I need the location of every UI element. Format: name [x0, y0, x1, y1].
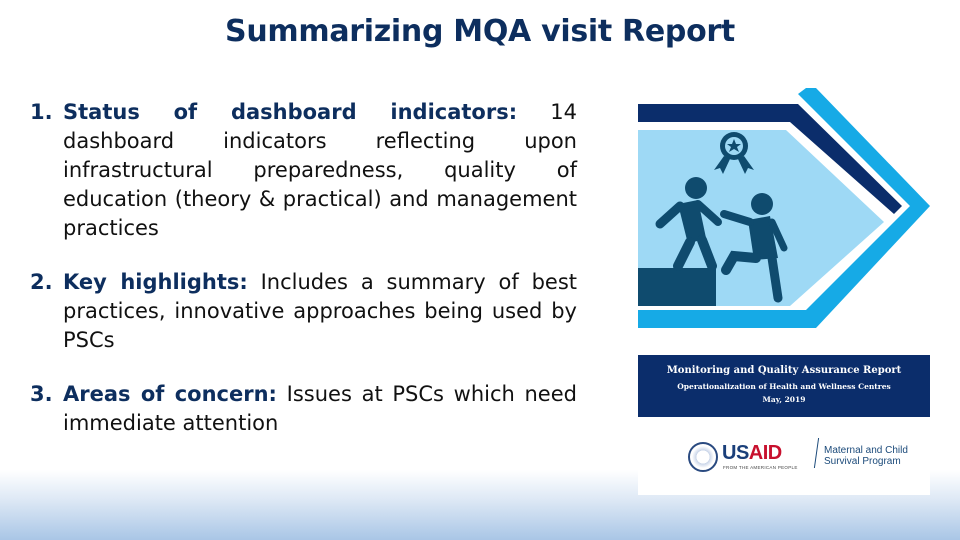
report-title: Monitoring and Quality Assurance Report [666, 365, 902, 376]
slide-title: Summarizing MQA visit Report [225, 14, 735, 49]
item-number: 1. [30, 100, 53, 124]
partner-logos: USAID FROM THE AMERICAN PEOPLE Maternal … [638, 428, 930, 488]
item-heading: Areas of concern: [63, 382, 277, 406]
mcsp-logo: Maternal and Child Survival Program [813, 438, 916, 474]
item-number: 2. [30, 270, 53, 294]
item-number: 3. [30, 382, 53, 406]
usaid-logo: USAID FROM THE AMERICAN PEOPLE [688, 440, 798, 476]
list-item-dashboard-indicators: 1. Status of dashboard indicators: 14 da… [30, 98, 577, 243]
report-title-banner: Monitoring and Quality Assurance Report … [638, 355, 930, 417]
usaid-us: US [722, 442, 749, 464]
report-subtitle: Operationalization of Health and Wellnes… [677, 382, 891, 391]
bullet-list: 1. Status of dashboard indicators: 14 da… [30, 98, 577, 463]
report-date: May, 2019 [762, 395, 806, 404]
mcsp-mark-icon [813, 438, 825, 468]
usaid-wordmark: USAID [722, 442, 782, 465]
cover-artwork [638, 88, 930, 328]
usaid-aid: AID [748, 442, 782, 464]
item-heading: Key highlights: [63, 270, 248, 294]
report-cover-image: Monitoring and Quality Assurance Report … [638, 88, 930, 495]
list-item-key-highlights: 2. Key highlights: Includes a summary of… [30, 268, 577, 355]
list-item-areas-of-concern: 3. Areas of concern: Issues at PSCs whic… [30, 380, 577, 438]
mcsp-line-1: Maternal and Child [824, 445, 908, 456]
item-heading: Status of dashboard indicators: [63, 100, 518, 124]
step-block [638, 268, 716, 306]
usaid-seal-icon [688, 442, 718, 472]
usaid-tagline: FROM THE AMERICAN PEOPLE [723, 465, 798, 470]
mcsp-line-2: Survival Program [824, 456, 901, 467]
